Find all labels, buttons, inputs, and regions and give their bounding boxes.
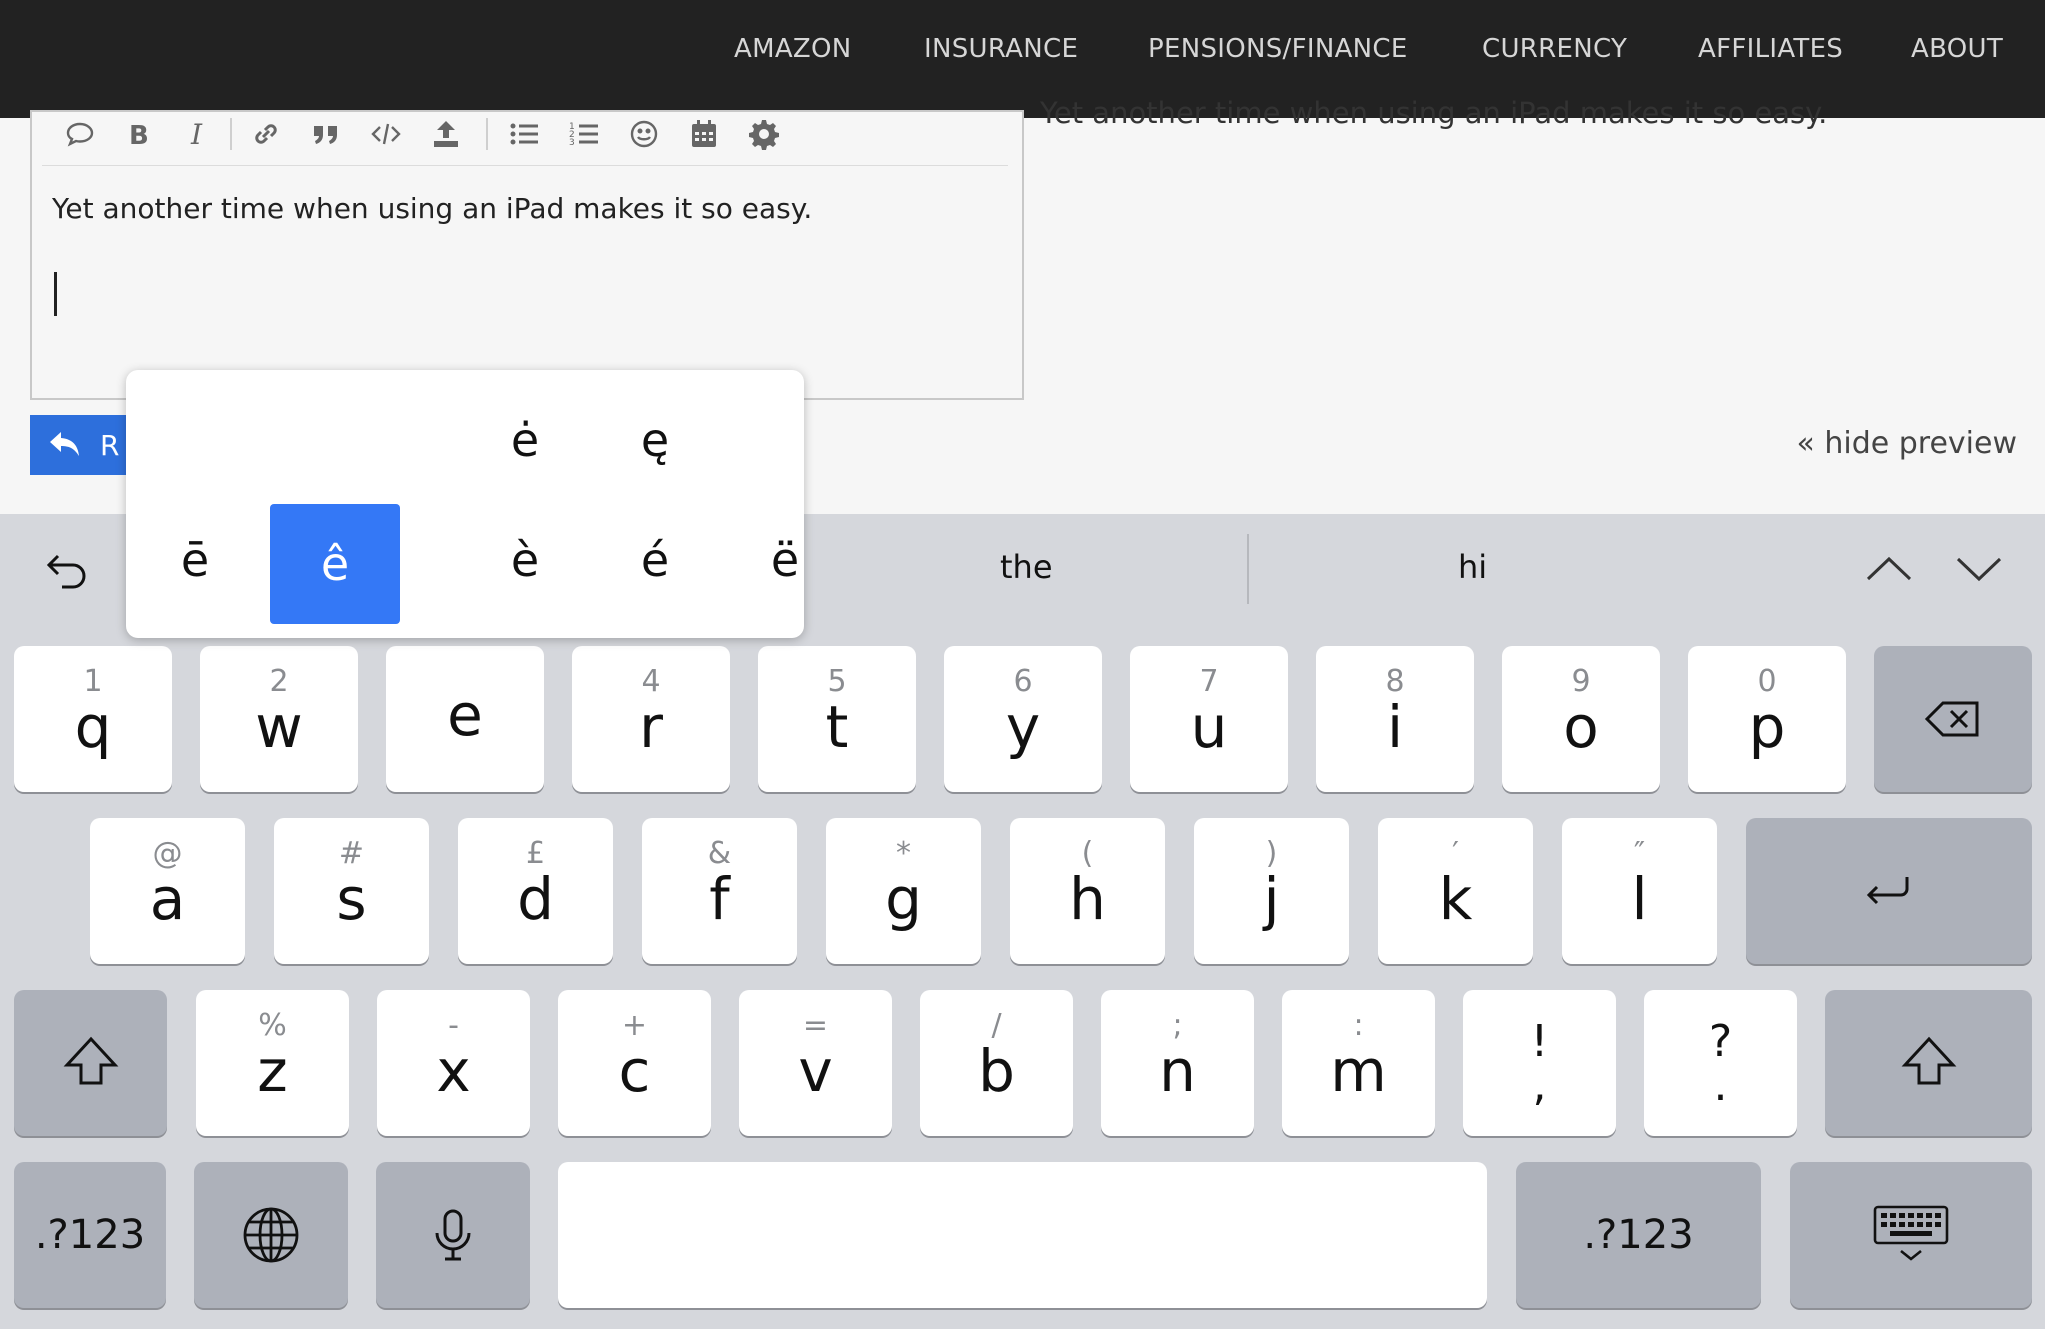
key-y[interactable]: 6y (944, 646, 1102, 792)
editor-toolbar: B I 123 (42, 112, 1008, 166)
key-c[interactable]: + c (558, 990, 711, 1136)
key-g[interactable]: * g (826, 818, 981, 964)
key-question-period[interactable]: ? . (1644, 990, 1797, 1136)
key-j[interactable]: ) j (1194, 818, 1349, 964)
nav-link-currency[interactable]: CURRENCY (1482, 34, 1627, 64)
reply-arrow-icon (50, 432, 79, 456)
key-u[interactable]: 7u (1130, 646, 1288, 792)
shift-key-left[interactable] (14, 990, 167, 1136)
key-p[interactable]: 0p (1688, 646, 1846, 792)
emoji-icon[interactable] (624, 114, 664, 154)
nav-link-insurance[interactable]: INSURANCE (924, 34, 1078, 64)
upload-icon[interactable] (426, 114, 466, 154)
key-h[interactable]: (h (1010, 818, 1165, 964)
key-d[interactable]: £ d (458, 818, 613, 964)
keyboard-dismiss-icon (1873, 1205, 1949, 1261)
key-o[interactable]: 9o (1502, 646, 1660, 792)
svg-text:B: B (129, 121, 149, 150)
bold-icon[interactable]: B (118, 114, 158, 154)
quote-icon[interactable] (306, 114, 346, 154)
undo-icon[interactable] (44, 544, 94, 594)
chevron-down-icon[interactable] (1954, 554, 2004, 584)
key-b[interactable]: / b (920, 990, 1073, 1136)
numbers-key-left[interactable]: .?123 (14, 1162, 166, 1308)
key-t[interactable]: 5t (758, 646, 916, 792)
globe-icon (243, 1207, 299, 1263)
accent-e-ogonek[interactable]: ę (590, 380, 720, 500)
nav-link-pensions-finance[interactable]: PENSIONS/FINANCE (1148, 34, 1408, 64)
shift-key-right[interactable] (1825, 990, 2032, 1136)
accent-e-macron[interactable]: ē (130, 500, 260, 620)
microphone-key[interactable] (376, 1162, 530, 1308)
key-r[interactable]: 4r (572, 646, 730, 792)
chevron-up-icon[interactable] (1864, 554, 1914, 584)
key-m[interactable]: :m (1282, 990, 1435, 1136)
globe-key[interactable] (194, 1162, 348, 1308)
nav-link-amazon[interactable]: AMAZON (734, 34, 852, 64)
key-f[interactable]: & f (642, 818, 797, 964)
hide-preview-link[interactable]: « hide preview (1796, 426, 2017, 461)
nav-link-affiliates[interactable]: AFFILIATES (1698, 34, 1843, 64)
key-l[interactable]: ″ l (1562, 818, 1717, 964)
key-n[interactable]: ; n (1101, 990, 1254, 1136)
italic-icon[interactable]: I (178, 114, 218, 154)
key-e[interactable]: e (386, 646, 544, 792)
key-i[interactable]: 8i (1316, 646, 1474, 792)
link-icon[interactable] (246, 114, 286, 154)
key-w[interactable]: 2w (200, 646, 358, 792)
key-a[interactable]: @ a (90, 818, 245, 964)
key-z[interactable]: % z (196, 990, 349, 1136)
text-caret (54, 272, 57, 316)
accent-e-diaeresis[interactable]: ë (720, 500, 850, 620)
code-icon[interactable] (366, 114, 406, 154)
screen: AMAZON INSURANCE PENSIONS/FINANCE CURREN… (0, 0, 2045, 1329)
key-exclamation-comma[interactable]: ! , (1463, 990, 1616, 1136)
microphone-icon (435, 1209, 471, 1261)
editor-text: Yet another time when using an iPad make… (52, 192, 813, 225)
backspace-icon (1924, 701, 1979, 737)
backspace-key[interactable] (1874, 646, 2032, 792)
reply-button-label: R (100, 428, 120, 462)
accent-popup: ė ę ē ê è é ë (126, 370, 804, 638)
suggestion-divider (1247, 534, 1249, 604)
accent-e-acute[interactable]: é (590, 500, 720, 620)
bullet-list-icon[interactable] (504, 114, 544, 154)
nav-link-about[interactable]: ABOUT (1911, 34, 2003, 64)
shift-icon (1901, 1036, 1956, 1085)
numbered-list-icon[interactable]: 123 (564, 114, 604, 154)
hide-keyboard-key[interactable] (1790, 1162, 2032, 1308)
svg-text:3: 3 (569, 138, 575, 148)
key-s[interactable]: # s (274, 818, 429, 964)
comment-icon[interactable] (60, 114, 100, 154)
accent-e-dot[interactable]: ė (460, 380, 590, 500)
calendar-icon[interactable] (684, 114, 724, 154)
comment-editor[interactable]: B I 123 Yet another time when using an i… (30, 110, 1024, 400)
key-k[interactable]: ′ k (1378, 818, 1533, 964)
return-icon (1866, 877, 1909, 905)
preview-text: Yet another time when using an iPad make… (1040, 96, 1828, 130)
key-v[interactable]: = v (739, 990, 892, 1136)
suggestion-the[interactable]: the (1000, 548, 1053, 586)
numbers-key-right[interactable]: .?123 (1516, 1162, 1761, 1308)
gear-icon[interactable] (744, 114, 784, 154)
key-x[interactable]: -x (377, 990, 530, 1136)
return-key[interactable] (1746, 818, 2032, 964)
space-bar[interactable] (558, 1162, 1487, 1308)
key-q[interactable]: 1q (14, 646, 172, 792)
shift-icon (63, 1036, 118, 1085)
accent-e-circumflex[interactable]: ê (270, 504, 400, 624)
svg-text:I: I (190, 118, 203, 150)
accent-e-grave[interactable]: è (460, 500, 590, 620)
suggestion-hi[interactable]: hi (1458, 548, 1487, 586)
